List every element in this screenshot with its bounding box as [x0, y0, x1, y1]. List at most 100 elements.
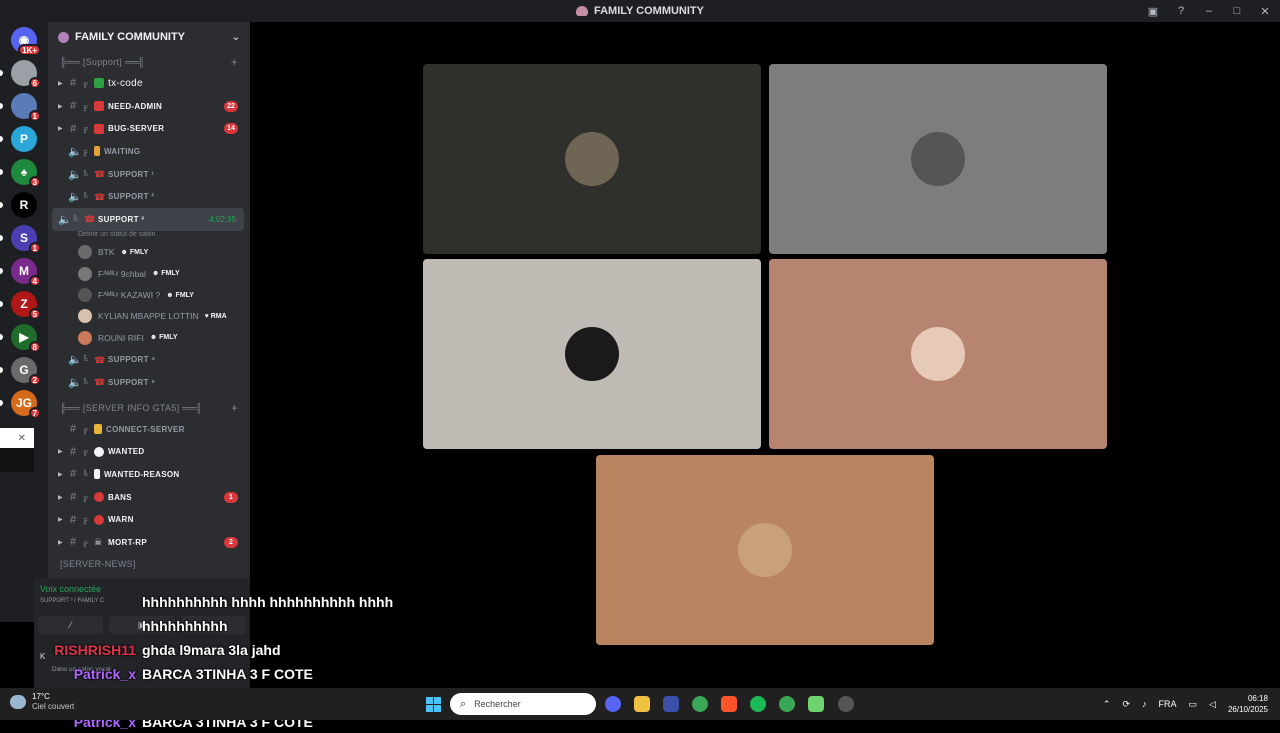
windows-start-icon[interactable]	[426, 697, 441, 712]
volume-icon[interactable]: ◁	[1209, 699, 1216, 710]
channel-wanted-reason[interactable]: ▶ # ╚ WANTED-REASON	[48, 463, 250, 486]
server-avatar-icon[interactable]: 6	[11, 60, 41, 89]
participant-avatar	[565, 132, 619, 186]
participant-tile[interactable]	[596, 455, 934, 645]
channel-bug-server[interactable]: ▶ # ╔ BUG-SERVER 14	[48, 117, 250, 140]
server-badge: 1K+	[18, 44, 41, 56]
maximize-button[interactable]: □	[1230, 5, 1244, 17]
avatar	[78, 266, 92, 281]
server-p-icon[interactable]: P	[11, 126, 37, 152]
channel-support-4[interactable]: 🔈 ╚ ☎ SUPPORT ⁴	[48, 348, 250, 371]
guild-header[interactable]: FAMILY COMMUNITY ⌄	[48, 22, 250, 52]
server-avatar-icon[interactable]: 1	[11, 93, 41, 122]
participant-tile[interactable]	[769, 64, 1107, 254]
channel-support-1[interactable]: 🔈 ╚ ☎ SUPPORT ¹	[48, 163, 250, 186]
app-icon[interactable]	[663, 696, 679, 712]
discord-home-icon[interactable]: ◉ 1K+	[11, 27, 41, 56]
server-badge: 1	[28, 242, 41, 254]
soundboard-button[interactable]: ♪	[180, 616, 246, 634]
category-support[interactable]: ╠══ [Support] ══╣ +	[48, 52, 250, 72]
spotify-icon[interactable]	[750, 696, 766, 712]
server-gs-icon[interactable]: G2	[11, 357, 41, 386]
channel-waiting[interactable]: 🔈 ╔ WAITING	[48, 140, 250, 163]
add-channel-icon[interactable]: +	[231, 401, 238, 415]
channel-support-2[interactable]: 🔈 ╚ ☎ SUPPORT ²	[48, 185, 250, 208]
help-icon[interactable]: ?	[1174, 5, 1188, 17]
file-explorer-icon[interactable]	[634, 696, 650, 712]
play-app-icon[interactable]	[808, 696, 824, 712]
channel-mort-rp[interactable]: ▶ # ╔ ☠ MORT-RP 2	[48, 531, 250, 554]
server-sd-icon[interactable]: S1	[11, 225, 41, 254]
category-server-info[interactable]: ╠══ [SERVER INFO GTA5] ══╣ +	[48, 398, 250, 418]
channel-support-3-active[interactable]: 🔈 ╚ ☎ SUPPORT ³ 4:02:35	[52, 208, 244, 231]
voice-member[interactable]: Fᴬᴹᴵᴸʸ 9chbal ☻ FMLY	[48, 263, 250, 284]
participant-tile[interactable]	[423, 64, 761, 254]
voice-member[interactable]: BTK ☻ FMLY	[48, 242, 250, 263]
add-channel-icon[interactable]: +	[231, 55, 238, 69]
noise-suppression-button[interactable]: ⁄	[38, 616, 104, 634]
weather-widget[interactable]: 17°C Ciel couvert	[10, 692, 74, 712]
sync-icon[interactable]: ⟳	[1122, 699, 1130, 710]
server-z-icon[interactable]: Z5	[11, 291, 41, 320]
unread-pill	[0, 70, 3, 76]
unread-arrow-icon: ▶	[58, 126, 63, 133]
voice-members: BTK ☻ FMLY Fᴬᴹᴵᴸʸ 9chbal ☻ FMLY Fᴬᴹᴵᴸʸ KAZAW…	[48, 242, 250, 348]
sos-icon	[94, 101, 104, 112]
minimize-button[interactable]: –	[1202, 5, 1216, 17]
taskbar-search[interactable]: ⌕ Rechercher	[450, 693, 596, 715]
hash-icon: #	[69, 100, 77, 113]
close-icon[interactable]: ✕	[18, 433, 26, 444]
chevron-up-icon[interactable]: ⌃	[1103, 699, 1111, 710]
chrome-icon[interactable]	[779, 696, 795, 712]
weather-temp: 17°C	[32, 692, 50, 701]
user-initial[interactable]: K	[40, 652, 45, 661]
server-green-icon[interactable]: ▶ 8	[11, 324, 41, 353]
channel-warn[interactable]: ▶ # ╔ WARN	[48, 508, 250, 531]
voice-channel-path[interactable]: SUPPORT ³ / FAMILY C	[40, 598, 104, 604]
channel-support-5[interactable]: 🔈 ╚ ☎ SUPPORT ⁵	[48, 371, 250, 394]
channel-status[interactable]: Définir un statut de salon	[48, 231, 250, 242]
member-name: Fᴬᴹᴵᴸʸ KAZAWI ?	[98, 290, 161, 301]
participant-avatar	[565, 327, 619, 381]
inbox-icon[interactable]: ▣	[1146, 5, 1160, 18]
server-badge: 4	[28, 275, 41, 287]
channel-bans[interactable]: ▶ # ╔ BANS 1	[48, 486, 250, 509]
phone-icon: ☎	[94, 169, 106, 180]
microphone-icon[interactable]: ♪	[1142, 699, 1147, 709]
participant-tile[interactable]	[423, 259, 761, 449]
user-status: Dans un salon vocal	[52, 666, 111, 673]
clock[interactable]: 06:18 26/10/2025	[1228, 693, 1268, 715]
close-button[interactable]: ✕	[1258, 5, 1272, 18]
activity-button[interactable]: ▣	[109, 616, 175, 634]
notification-popup[interactable]: ✕	[0, 428, 34, 448]
voice-member[interactable]: KYLIAN MBAPPE LOTTIN ♥ RMA	[48, 306, 250, 327]
brave-icon[interactable]	[721, 696, 737, 712]
lock-icon	[94, 424, 102, 435]
window-title-text: FAMILY COMMUNITY	[593, 5, 704, 17]
unread-pill	[0, 169, 3, 175]
network-icon[interactable]: ▭	[1189, 699, 1198, 710]
voice-member[interactable]: ROUNI RIFI ☻ FMLY	[48, 327, 250, 348]
no-entry-icon	[94, 514, 104, 525]
voice-connected-label: Voix connectée	[40, 584, 102, 594]
phone-icon: ☎	[94, 354, 106, 365]
chrome-icon[interactable]	[692, 696, 708, 712]
server-palm-icon[interactable]: ♠ 3	[11, 159, 41, 188]
channel-wanted[interactable]: ▶ # ╔ WANTED	[48, 440, 250, 463]
member-name: KYLIAN MBAPPE LOTTIN	[98, 311, 199, 322]
channel-tx-code[interactable]: ▶ # ╔ tx-code	[48, 72, 250, 95]
voice-member[interactable]: Fᴬᴹᴵᴸʸ KAZAWI ? ☻ FMLY	[48, 284, 250, 305]
voice-video-stage	[250, 22, 1280, 688]
channel-need-admin[interactable]: ▶ # ╔ NEED-ADMIN 22	[48, 95, 250, 118]
participant-tile[interactable]	[769, 259, 1107, 449]
server-m-icon[interactable]: M4	[11, 258, 41, 287]
discord-app-icon[interactable]	[605, 696, 621, 712]
server-jg-icon[interactable]: JG 7	[11, 390, 41, 419]
chevron-down-icon[interactable]: ⌄	[232, 32, 240, 43]
obs-icon[interactable]	[838, 696, 854, 712]
server-r-icon[interactable]: R	[11, 192, 37, 218]
category-server-news[interactable]: [SERVER-NEWS]	[48, 554, 250, 574]
unread-pill	[0, 136, 3, 142]
language-indicator[interactable]: FRA	[1159, 699, 1177, 709]
channel-connect-server[interactable]: # ╔ CONNECT-SERVER	[48, 418, 250, 441]
